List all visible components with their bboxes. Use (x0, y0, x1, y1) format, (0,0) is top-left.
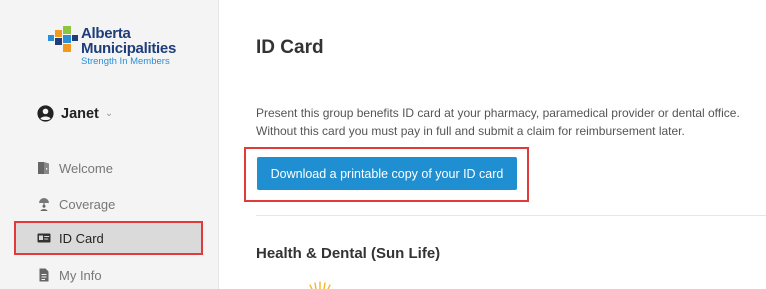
logo-mark-icon (48, 26, 78, 56)
user-name: Janet (61, 105, 99, 122)
page-title: ID Card (256, 37, 324, 58)
section-title-health-dental: Health & Dental (Sun Life) (256, 245, 441, 262)
document-icon (39, 268, 49, 282)
download-id-card-button[interactable]: Download a printable copy of your ID car… (257, 157, 517, 190)
sidebar-item-label: Coverage (59, 196, 116, 212)
sidebar-item-coverage[interactable]: Coverage (14, 187, 203, 221)
logo-tagline: Strength In Members (81, 56, 170, 67)
id-card-icon (37, 233, 51, 243)
sidebar-item-my-info[interactable]: My Info (14, 258, 203, 289)
sidebar-item-welcome[interactable]: Welcome (14, 151, 203, 185)
logo-line2: Municipalities (81, 40, 176, 57)
section-divider (256, 215, 766, 216)
sidebar: Alberta Municipalities Strength In Membe… (0, 0, 219, 289)
sidebar-item-label: My Info (59, 267, 102, 283)
sidebar-item-label: ID Card (59, 230, 104, 246)
user-menu[interactable]: Janet ⌄ (37, 105, 113, 122)
umbrella-person-icon (39, 198, 49, 211)
alberta-municipalities-logo[interactable]: Alberta Municipalities Strength In Membe… (48, 26, 176, 67)
door-icon (38, 162, 49, 174)
chevron-down-icon: ⌄ (104, 108, 114, 119)
id-card-description: Present this group benefits ID card at y… (256, 106, 740, 138)
logo-text: Alberta Municipalities Strength In Membe… (81, 26, 176, 67)
logo-line1: Alberta (81, 25, 131, 42)
user-circle-icon (37, 105, 54, 122)
sidebar-item-label: Welcome (59, 160, 113, 176)
sun-life-logo-icon (309, 281, 331, 289)
sidebar-item-id-card[interactable]: ID Card (14, 221, 203, 255)
